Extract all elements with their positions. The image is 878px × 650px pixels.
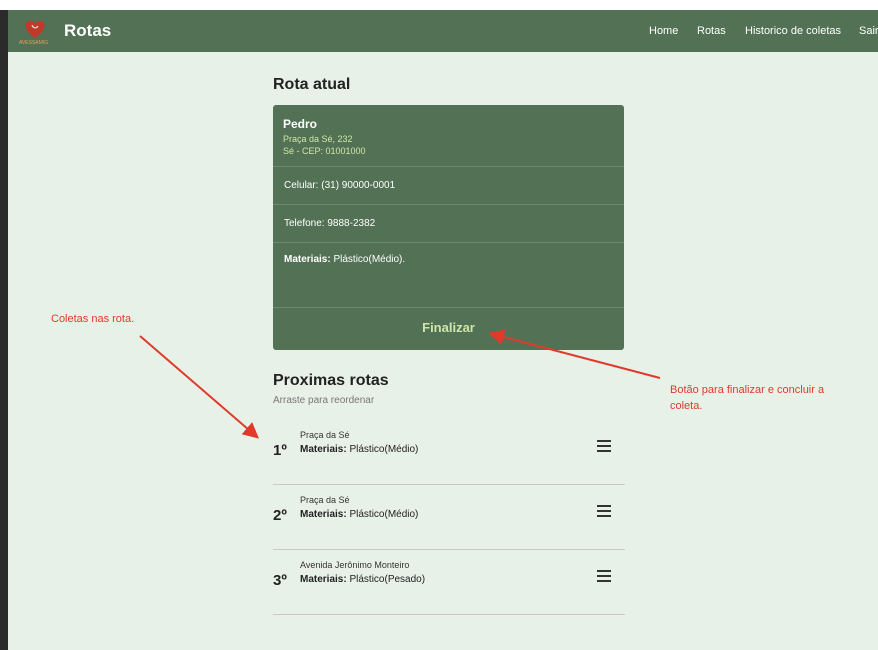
window-left-edge (0, 10, 8, 650)
arrow-to-finalize (488, 329, 661, 379)
annotation-arrows (139, 329, 661, 439)
page: AVESSAMIG Rotas Home Rotas Historico de … (8, 10, 878, 650)
window-top-edge (0, 0, 878, 10)
arrow-to-route-list (139, 335, 260, 439)
